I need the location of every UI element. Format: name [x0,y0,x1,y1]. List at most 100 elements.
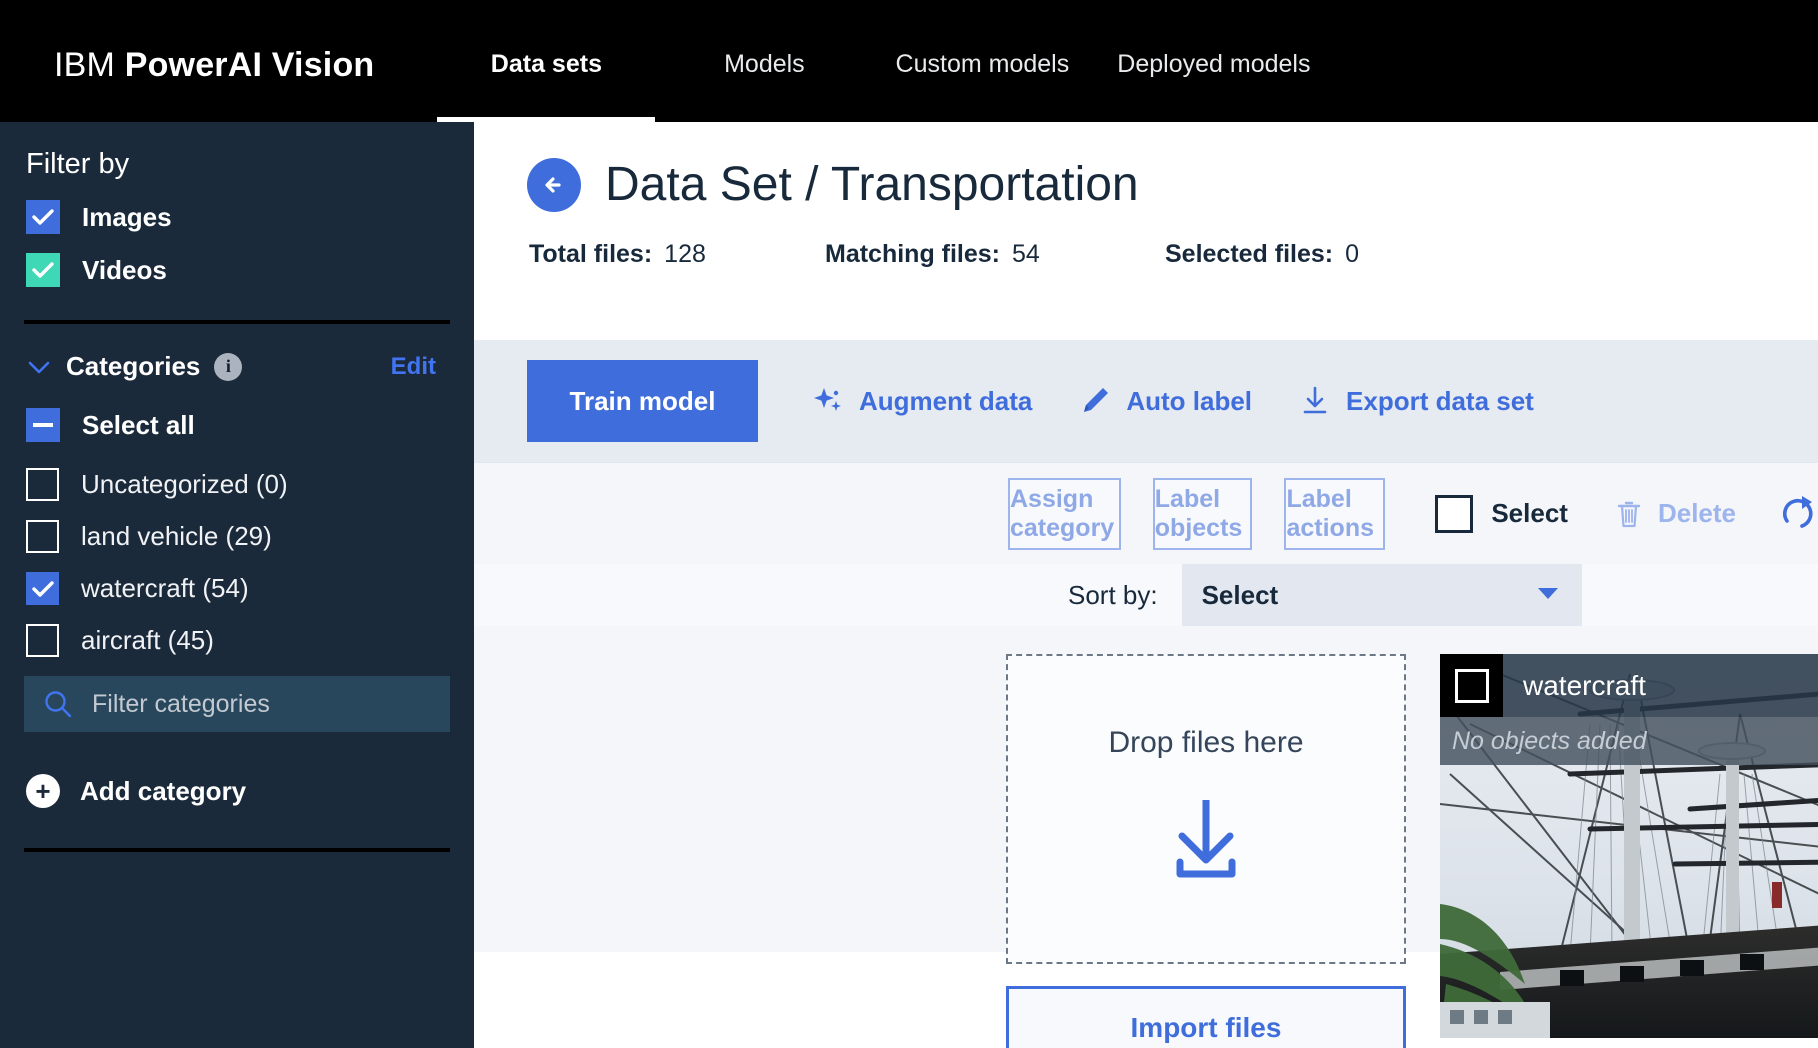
select-toggle[interactable]: Select [1435,494,1568,533]
page-title: Data Set / Transportation [605,158,1139,211]
videos-checkbox[interactable] [26,253,60,287]
card-header: watercraft [1440,654,1818,717]
main-content: Data Set / Transportation Total files: 1… [474,122,1818,1048]
page-body: Filter by Images Videos Categories i Edi… [0,122,1818,1048]
select-checkbox[interactable] [1435,494,1474,533]
stat-selected-files: Selected files: 0 [1165,240,1359,269]
total-files-label: Total files: [529,240,653,268]
auto-label-button[interactable]: Auto label [1078,384,1252,418]
top-navigation-bar: IBM PowerAI Vision Data sets Models Cust… [0,0,1818,122]
sort-by-label: Sort by: [1068,579,1158,610]
category-item-aircraft[interactable]: aircraft (45) [24,624,450,657]
drop-files-text: Drop files here [1108,726,1304,759]
file-stats: Total files: 128 Matching files: 54 Sele… [527,240,1818,269]
categories-title: Categories [66,351,201,381]
download-arrow-icon [1158,794,1254,891]
add-category-button[interactable]: + Add category [24,774,450,808]
label-objects-button[interactable]: Label objects [1152,477,1253,550]
plus-icon: + [26,774,60,808]
aircraft-checkbox[interactable] [26,624,59,657]
add-category-label: Add category [80,775,247,806]
select-all-label: Select all [82,409,195,440]
videos-label: Videos [82,254,167,285]
chevron-down-icon [1534,583,1562,608]
brand-name: PowerAI Vision [124,46,375,84]
delete-button[interactable]: Delete [1614,498,1736,530]
filter-categories-placeholder: Filter categories [92,689,270,718]
nav-items: Data sets Models Custom models Deployed … [437,0,1336,122]
category-item-watercraft[interactable]: watercraft (54) [24,572,450,605]
images-checkbox[interactable] [26,200,60,234]
sidebar-divider-1 [24,320,450,324]
pencil-icon [1084,388,1109,412]
uncategorized-label: Uncategorized (0) [81,469,288,499]
sort-by-select[interactable]: Select [1181,564,1582,626]
info-icon[interactable]: i [214,352,243,381]
brand-prefix: IBM [54,46,116,84]
categories-header: Categories i Edit [24,351,450,382]
sort-row: Sort by: Select [474,564,1818,626]
watercraft-label: watercraft (54) [81,573,249,603]
augment-data-label: Augment data [859,385,1033,416]
delete-label: Delete [1657,498,1736,528]
upload-column: Drop files here Import files [1006,654,1406,1048]
back-arrow-icon[interactable] [527,157,581,212]
total-files-value: 128 [664,240,706,268]
edit-categories-link[interactable]: Edit [391,353,450,381]
download-icon [1303,386,1327,414]
file-card[interactable]: watercraft No objects added [1440,654,1818,1038]
export-data-set-label: Export data set [1346,385,1534,416]
stat-total-files: Total files: 128 [529,240,825,269]
uncategorized-checkbox[interactable] [26,468,59,501]
chevron-down-icon[interactable] [26,354,52,380]
file-grid: Drop files here Import files watercraft … [474,626,1818,1048]
select-all-checkbox[interactable] [26,408,60,442]
card-checkbox-wrap[interactable] [1440,654,1503,717]
primary-toolbar: Train model Augment data Auto label Expo… [474,340,1818,462]
import-files-button[interactable]: Import files [1006,986,1406,1048]
filter-categories-input[interactable]: Filter categories [24,676,450,732]
tab-custom-models[interactable]: Custom models [873,0,1091,122]
filter-videos-row[interactable]: Videos [24,253,450,287]
search-icon [45,691,72,718]
card-category-label: watercraft [1523,669,1646,701]
train-model-button[interactable]: Train model [527,360,758,442]
tab-data-sets[interactable]: Data sets [437,0,656,122]
file-thumbnail: watercraft No objects added [1440,654,1818,1038]
selected-files-value: 0 [1345,240,1360,268]
stat-matching-files: Matching files: 54 [825,240,1165,269]
select-all-row[interactable]: Select all [24,408,450,442]
tab-deployed-models[interactable]: Deployed models [1091,0,1336,122]
indeterminate-dash-icon [33,423,53,427]
sparkle-icon [814,388,841,411]
filter-by-heading: Filter by [26,148,130,180]
card-objects-status: No objects added [1440,717,1818,765]
select-label: Select [1491,498,1568,528]
label-actions-button[interactable]: Label actions [1284,477,1386,550]
tab-models[interactable]: Models [655,0,873,122]
matching-files-label: Matching files: [825,240,1001,268]
card-select-checkbox[interactable] [1454,668,1489,703]
sidebar-divider-2 [24,848,450,852]
trash-icon [1617,501,1641,527]
drop-files-zone[interactable]: Drop files here [1006,654,1406,964]
category-list: Uncategorized (0) land vehicle (29) wate… [24,468,450,657]
app-brand: IBM PowerAI Vision [0,0,374,82]
refresh-button[interactable] [1778,493,1818,535]
land-vehicle-checkbox[interactable] [26,520,59,553]
sort-by-value: Select [1201,579,1279,610]
filter-images-row[interactable]: Images [24,200,450,234]
category-item-land-vehicle[interactable]: land vehicle (29) [24,520,450,553]
auto-label-label: Auto label [1126,385,1253,416]
land-vehicle-label: land vehicle (29) [81,521,272,551]
refresh-icon [1783,495,1813,528]
category-item-uncategorized[interactable]: Uncategorized (0) [24,468,450,501]
aircraft-label: aircraft (45) [81,625,214,655]
filter-sidebar: Filter by Images Videos Categories i Edi… [0,122,474,1048]
export-data-set-button[interactable]: Export data set [1298,384,1534,418]
assign-category-button[interactable]: Assign category [1008,477,1121,550]
watercraft-checkbox[interactable] [26,572,59,605]
augment-data-button[interactable]: Augment data [811,384,1032,418]
secondary-action-bar: Assign category Label objects Label acti… [474,462,1818,564]
title-row: Data Set / Transportation [527,157,1818,212]
